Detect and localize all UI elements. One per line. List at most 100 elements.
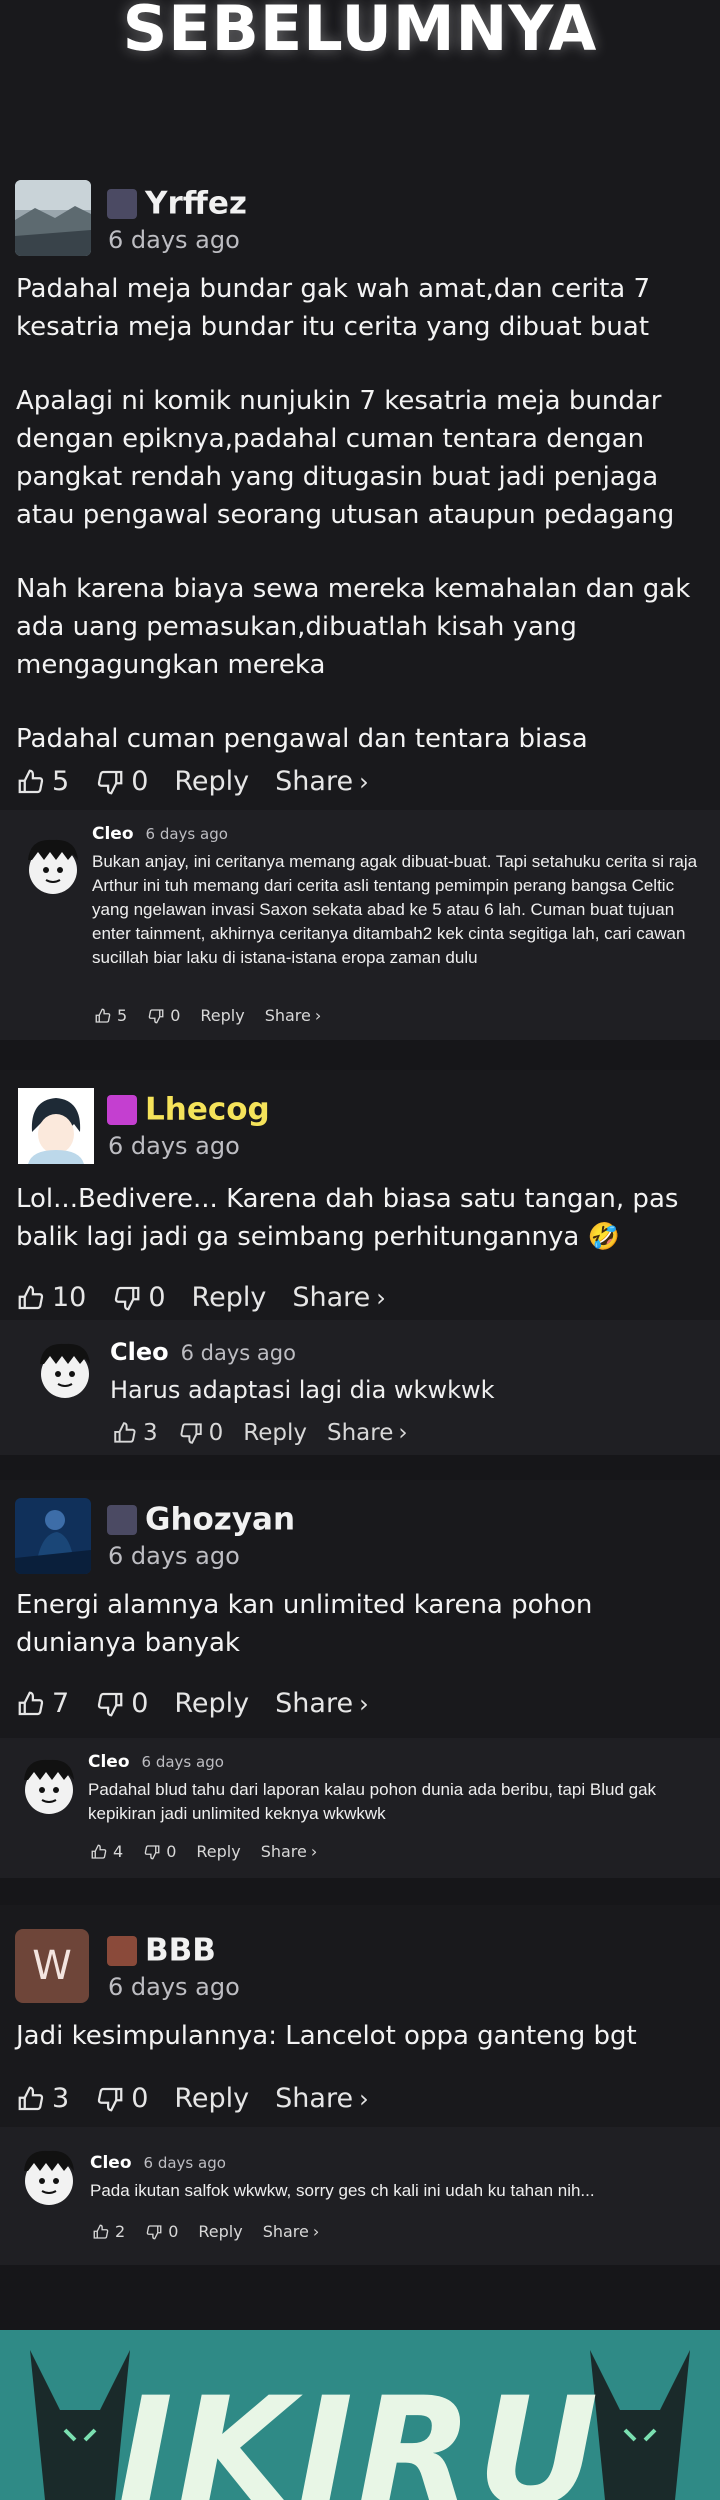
reply-button[interactable]: Reply (192, 1282, 267, 1313)
reply-card: Cleo 6 days ago Harus adaptasi lagi dia w… (0, 1320, 720, 1455)
rank-badge-icon (107, 1935, 137, 1966)
reply-card: Cleo 6 days ago Padahal blud tahu dari la… (0, 1738, 720, 1878)
like-button[interactable]: 5 (94, 1006, 127, 1025)
dislike-button[interactable]: 0 (95, 766, 148, 797)
reply-username[interactable]: Cleo 6 days ago (92, 824, 228, 844)
share-button[interactable]: Share › (263, 2222, 320, 2241)
thumbs-down-icon (146, 2224, 162, 2239)
reply-body: Padahal blud tahu dari laporan kalau poh… (88, 1780, 657, 1823)
comment-timestamp: 6 days ago (108, 1132, 240, 1160)
reply-actions: 5 0 Reply Share › (94, 1006, 341, 1025)
thumbs-up-icon (18, 1285, 44, 1309)
comment-card: Yrffez 6 days ago Padahal meja bundar ga… (0, 160, 720, 825)
share-button[interactable]: Share › (275, 766, 369, 797)
thumbs-down-icon (98, 2087, 123, 2111)
reply-avatar[interactable] (14, 1750, 84, 1820)
dislike-button[interactable]: 0 (143, 1842, 176, 1861)
reply-actions: 2 0 Reply Share › (92, 2222, 339, 2241)
share-button[interactable]: Share › (261, 1842, 318, 1861)
comment-actions: 10 0 Reply Share › (16, 1282, 412, 1313)
like-button[interactable]: 4 (90, 1842, 123, 1861)
chevron-right-icon: › (359, 1689, 369, 1718)
reply-username[interactable]: Cleo 6 days ago (88, 1752, 224, 1772)
comment-username[interactable]: Yrffez (107, 184, 247, 222)
like-button[interactable]: 3 (16, 2083, 69, 2114)
like-button[interactable]: 7 (16, 1688, 69, 1719)
dislike-button[interactable]: 0 (147, 1006, 180, 1025)
reply-username[interactable]: Cleo 6 days ago (110, 1338, 296, 1366)
rank-badge-icon (107, 1504, 137, 1535)
reply-timestamp: 6 days ago (141, 1753, 224, 1771)
thumbs-down-icon (98, 1692, 123, 1716)
thumbs-down-icon (98, 770, 123, 794)
dislike-button[interactable]: 0 (95, 2083, 148, 2114)
reply-body: Pada ikutan salfok wkwkw, sorry ges ch k… (90, 2181, 595, 2200)
like-button[interactable]: 10 (16, 1282, 86, 1313)
share-button[interactable]: Share › (265, 1006, 322, 1025)
comment-timestamp: 6 days ago (108, 226, 240, 254)
comment-username[interactable]: Ghozyan (107, 1500, 295, 1538)
user-avatar[interactable] (15, 1498, 91, 1574)
comment-username[interactable]: Lhecog (107, 1090, 270, 1128)
reply-button[interactable]: Reply (200, 1006, 244, 1025)
thumbs-down-icon (148, 1008, 164, 1023)
like-button[interactable]: 5 (16, 766, 69, 797)
comment-body: Jadi kesimpulannya: Lancelot oppa ganten… (16, 2021, 637, 2051)
reply-avatar[interactable] (30, 1334, 100, 1404)
comment-body: Energi alamnya kan unlimited karena poho… (16, 1590, 593, 1658)
page-header: SEBELUMNYA (0, 0, 720, 160)
banner-title: IKIRU (117, 2366, 603, 2500)
comment-card: Lhecog 6 days ago Lol...Bedivere... Kare… (0, 1070, 720, 1320)
thumbs-down-icon (115, 1286, 140, 1310)
dislike-button[interactable]: 0 (95, 1688, 148, 1719)
reply-actions: 3 0 Reply Share › (112, 1420, 428, 1446)
reply-body: Bukan anjay, ini ceritanya memang agak d… (92, 852, 698, 967)
thumbs-up-icon (93, 2224, 109, 2239)
dislike-button[interactable]: 0 (178, 1420, 223, 1446)
comment-body: Lol...Bedivere... Karena dah biasa satu … (16, 1184, 679, 1252)
comment-timestamp: 6 days ago (108, 1542, 240, 1570)
like-button[interactable]: 3 (112, 1420, 158, 1446)
thumbs-down-icon (144, 1844, 160, 1859)
reply-button[interactable]: Reply (198, 2222, 242, 2241)
promo-banner[interactable]: IKIRU (0, 2330, 720, 2500)
reply-button[interactable]: Reply (174, 2083, 249, 2114)
comment-card: W BBB 6 days ago Jadi kesimpulannya: Lan… (0, 1905, 720, 2127)
reply-avatar[interactable] (14, 2141, 84, 2211)
chevron-right-icon: › (312, 2222, 320, 2241)
rank-badge-icon (107, 1094, 137, 1125)
reply-button[interactable]: Reply (243, 1420, 307, 1446)
dislike-button[interactable]: 0 (145, 2222, 178, 2241)
share-button[interactable]: Share › (292, 1282, 386, 1313)
share-button[interactable]: Share › (327, 1420, 408, 1446)
reply-timestamp: 6 days ago (143, 2154, 226, 2172)
user-avatar[interactable]: W (15, 1929, 89, 2003)
reply-button[interactable]: Reply (196, 1842, 240, 1861)
share-button[interactable]: Share › (275, 1688, 369, 1719)
reply-button[interactable]: Reply (174, 766, 249, 797)
reply-actions: 4 0 Reply Share › (90, 1842, 337, 1861)
reply-avatar[interactable] (18, 830, 88, 900)
chevron-right-icon: › (376, 1283, 386, 1312)
share-button[interactable]: Share › (275, 2083, 369, 2114)
chevron-right-icon: › (314, 1006, 322, 1025)
thumbs-up-icon (91, 1844, 107, 1859)
user-avatar[interactable] (15, 180, 91, 256)
comment-actions: 3 0 Reply Share › (16, 2083, 395, 2114)
page-title: SEBELUMNYA (122, 0, 598, 65)
rank-badge-icon (107, 188, 137, 219)
thumbs-down-icon (180, 1423, 202, 1444)
chevron-right-icon: › (359, 767, 369, 796)
like-button[interactable]: 2 (92, 2222, 125, 2241)
thumbs-up-icon (18, 2086, 44, 2110)
chevron-right-icon: › (398, 1420, 408, 1446)
comment-timestamp: 6 days ago (108, 1973, 240, 2001)
comment-username[interactable]: BBB (107, 1931, 216, 1969)
user-avatar[interactable] (18, 1088, 94, 1164)
dislike-button[interactable]: 0 (112, 1282, 166, 1313)
thumbs-up-icon (114, 1422, 136, 1443)
reply-timestamp: 6 days ago (180, 1341, 296, 1365)
reply-button[interactable]: Reply (174, 1688, 249, 1719)
comment-actions: 7 0 Reply Share › (16, 1688, 395, 1719)
reply-username[interactable]: Cleo 6 days ago (90, 2153, 226, 2173)
